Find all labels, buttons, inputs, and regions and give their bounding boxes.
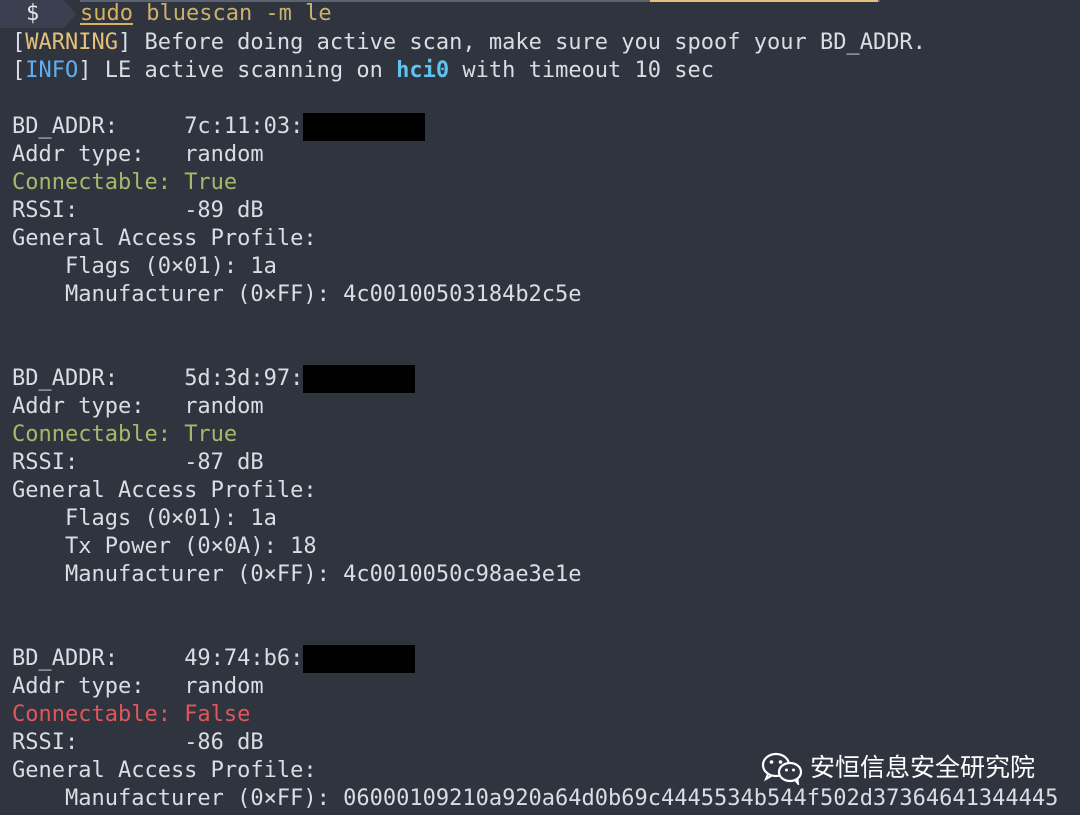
bracket-open: [ — [12, 58, 26, 83]
redaction-box — [303, 645, 416, 673]
device-gap-label: General Access Profile: — [12, 478, 317, 503]
device-field: Flags (0×01): 1a — [12, 506, 277, 531]
bracket-close: ] — [117, 30, 132, 55]
rssi-value: -87 dB — [184, 450, 264, 475]
connectable-value: True — [184, 170, 238, 195]
addr-type-label: Addr type: — [12, 674, 185, 699]
connectable-label: Connectable: — [12, 422, 185, 447]
terminal-window[interactable]: $ sudo bluescan -m le [WARNING] Before d… — [0, 0, 1080, 815]
rssi-label: RSSI: — [12, 198, 185, 223]
device-field: Flags (0×01): 1a — [12, 254, 277, 279]
rssi-label: RSSI: — [12, 450, 185, 475]
rssi-value: -89 dB — [184, 198, 264, 223]
tab-bar-accent — [650, 0, 878, 2]
bracket-close: ] — [78, 58, 92, 83]
addr-type-value: random — [184, 394, 264, 419]
prompt-arrow-icon — [64, 0, 76, 28]
watermark-text: 安恒信息安全研究院 — [810, 753, 1036, 782]
warning-text: Before doing active scan, make sure you … — [131, 30, 926, 55]
device-addr-type: Addr type: random — [12, 141, 264, 169]
bd-addr-label: BD_ADDR: — [12, 366, 185, 391]
info-line: [INFO] LE active scanning on hci0 with t… — [12, 57, 714, 85]
device-rssi: RSSI: -87 dB — [12, 449, 264, 477]
device-field: Manufacturer (0×FF): 06000109210a920a64d… — [12, 786, 1059, 811]
bd-addr-label: BD_ADDR: — [12, 114, 185, 139]
command-text: sudo bluescan -m le — [80, 0, 332, 28]
wechat-icon — [761, 752, 803, 785]
watermark: 安恒信息安全研究院 — [760, 748, 1035, 788]
device-connectable: Connectable: True — [12, 169, 237, 197]
command-sudo: sudo — [80, 1, 133, 26]
device-rssi: RSSI: -89 dB — [12, 197, 264, 225]
bd-addr-value: 49:74:b6: — [184, 646, 304, 671]
warning-line: [WARNING] Before doing active scan, make… — [12, 29, 926, 57]
device-bd-addr: BD_ADDR: 7c:11:03: — [12, 113, 426, 141]
connectable-value: True — [184, 422, 238, 447]
warning-tag: WARNING — [25, 30, 118, 55]
info-interface: hci0 — [396, 58, 450, 83]
info-text-b: with timeout 10 sec — [449, 58, 715, 83]
prompt-symbol: $ — [26, 1, 40, 26]
connectable-label: Connectable: — [12, 702, 185, 727]
redaction-box — [303, 365, 416, 393]
connectable-value: False — [184, 702, 251, 727]
device-gap-label: General Access Profile: — [12, 758, 317, 783]
redaction-box — [303, 113, 426, 141]
device-bd-addr: BD_ADDR: 49:74:b6: — [12, 645, 416, 673]
addr-type-value: random — [184, 142, 264, 167]
info-text-a: LE active scanning on — [91, 58, 397, 83]
bd-addr-value: 7c:11:03: — [184, 114, 304, 139]
bd-addr-label: BD_ADDR: — [12, 646, 185, 671]
device-rssi: RSSI: -86 dB — [12, 729, 264, 757]
addr-type-value: random — [184, 674, 264, 699]
prompt-line: $ sudo bluescan -m le — [0, 0, 332, 28]
device-gap-label: General Access Profile: — [12, 226, 317, 251]
device-addr-type: Addr type: random — [12, 673, 264, 701]
bracket-open: [ — [12, 30, 26, 55]
addr-type-label: Addr type: — [12, 142, 185, 167]
device-field: Tx Power (0×0A): 18 — [12, 534, 317, 559]
device-field: Manufacturer (0×FF): 4c0010050c98ae3e1e — [12, 562, 582, 587]
device-addr-type: Addr type: random — [12, 393, 264, 421]
command-args: bluescan -m le — [132, 1, 332, 26]
device-field: Manufacturer (0×FF): 4c00100503184b2c5e — [12, 282, 582, 307]
rssi-value: -86 dB — [184, 730, 264, 755]
rssi-label: RSSI: — [12, 730, 185, 755]
device-connectable: Connectable: True — [12, 421, 237, 449]
device-bd-addr: BD_ADDR: 5d:3d:97: — [12, 365, 416, 393]
bd-addr-value: 5d:3d:97: — [184, 366, 304, 391]
info-tag: INFO — [25, 58, 79, 83]
addr-type-label: Addr type: — [12, 394, 185, 419]
connectable-label: Connectable: — [12, 170, 185, 195]
device-connectable: Connectable: False — [12, 701, 250, 729]
